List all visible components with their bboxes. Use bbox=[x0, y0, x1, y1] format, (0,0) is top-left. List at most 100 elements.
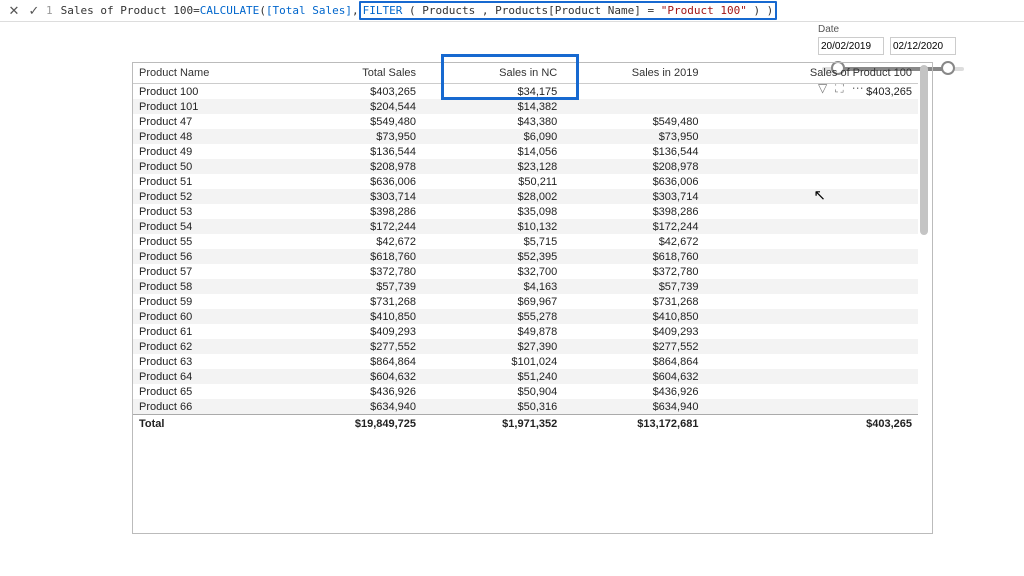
table-row[interactable]: Product 53$398,286$35,098$398,286 bbox=[133, 204, 918, 219]
table-row[interactable]: Product 100$403,265$34,175$403,265 bbox=[133, 84, 918, 100]
cell-value: $136,544 bbox=[563, 144, 704, 159]
cell-value: $409,293 bbox=[271, 324, 422, 339]
cell-product-name: Product 58 bbox=[133, 279, 271, 294]
cell-value: $23,128 bbox=[422, 159, 563, 174]
table-row[interactable]: Product 52$303,714$28,002$303,714 bbox=[133, 189, 918, 204]
cell-value: $410,850 bbox=[271, 309, 422, 324]
cell-value bbox=[704, 384, 918, 399]
cell-value bbox=[704, 174, 918, 189]
cell-value bbox=[704, 144, 918, 159]
col-header-product-name[interactable]: Product Name bbox=[133, 63, 271, 84]
table-row[interactable]: Product 61$409,293$49,878$409,293 bbox=[133, 324, 918, 339]
table-row[interactable]: Product 54$172,244$10,132$172,244 bbox=[133, 219, 918, 234]
cell-value bbox=[704, 189, 918, 204]
cell-value: $403,265 bbox=[271, 84, 422, 100]
cell-value: $436,926 bbox=[271, 384, 422, 399]
table-row[interactable]: Product 51$636,006$50,211$636,006 bbox=[133, 174, 918, 189]
cell-value: $398,286 bbox=[563, 204, 704, 219]
cell-product-name: Product 53 bbox=[133, 204, 271, 219]
cell-value: $277,552 bbox=[563, 339, 704, 354]
cell-value: $634,940 bbox=[563, 399, 704, 415]
cell-product-name: Product 63 bbox=[133, 354, 271, 369]
cell-value bbox=[563, 84, 704, 100]
cell-product-name: Product 66 bbox=[133, 399, 271, 415]
cell-value bbox=[704, 264, 918, 279]
cell-value bbox=[704, 159, 918, 174]
cell-value: $5,715 bbox=[422, 234, 563, 249]
table-row[interactable]: Product 64$604,632$51,240$604,632 bbox=[133, 369, 918, 384]
cell-value bbox=[704, 234, 918, 249]
cell-product-name: Product 101 bbox=[133, 99, 271, 114]
col-header-sales-product-100[interactable]: Sales of Product 100 bbox=[704, 63, 918, 84]
cell-value: $28,002 bbox=[422, 189, 563, 204]
cell-value: $101,024 bbox=[422, 354, 563, 369]
cell-value: $604,632 bbox=[563, 369, 704, 384]
date-from-input[interactable] bbox=[818, 37, 884, 55]
cell-product-name: Product 54 bbox=[133, 219, 271, 234]
table-row[interactable]: Product 63$864,864$101,024$864,864 bbox=[133, 354, 918, 369]
cell-value: $50,904 bbox=[422, 384, 563, 399]
cell-value: $69,967 bbox=[422, 294, 563, 309]
table-row[interactable]: Product 58$57,739$4,163$57,739 bbox=[133, 279, 918, 294]
totals-p100: $403,265 bbox=[704, 415, 918, 434]
table-row[interactable]: Product 60$410,850$55,278$410,850 bbox=[133, 309, 918, 324]
table-row[interactable]: Product 56$618,760$52,395$618,760 bbox=[133, 249, 918, 264]
table-row[interactable]: Product 50$208,978$23,128$208,978 bbox=[133, 159, 918, 174]
formula-bar[interactable]: ✕ ✓ 1 Sales of Product 100 = CALCULATE (… bbox=[0, 0, 1024, 22]
cell-value: $14,056 bbox=[422, 144, 563, 159]
cell-product-name: Product 60 bbox=[133, 309, 271, 324]
vertical-scrollbar[interactable] bbox=[920, 65, 930, 531]
totals-nc: $1,971,352 bbox=[422, 415, 563, 434]
cell-product-name: Product 50 bbox=[133, 159, 271, 174]
accept-formula-icon[interactable]: ✓ bbox=[26, 3, 42, 19]
cell-product-name: Product 48 bbox=[133, 129, 271, 144]
cell-value: $864,864 bbox=[271, 354, 422, 369]
cell-value: $32,700 bbox=[422, 264, 563, 279]
cell-value: $636,006 bbox=[271, 174, 422, 189]
cell-value: $14,382 bbox=[422, 99, 563, 114]
col-header-total-sales[interactable]: Total Sales bbox=[271, 63, 422, 84]
cell-value: $42,672 bbox=[271, 234, 422, 249]
date-to-input[interactable] bbox=[890, 37, 956, 55]
data-table: Product Name Total Sales Sales in NC Sal… bbox=[133, 63, 918, 433]
cell-product-name: Product 59 bbox=[133, 294, 271, 309]
cell-value bbox=[704, 354, 918, 369]
cell-value: $172,244 bbox=[563, 219, 704, 234]
cell-value: $43,380 bbox=[422, 114, 563, 129]
table-row[interactable]: Product 48$73,950$6,090$73,950 bbox=[133, 129, 918, 144]
table-row[interactable]: Product 62$277,552$27,390$277,552 bbox=[133, 339, 918, 354]
table-row[interactable]: Product 47$549,480$43,380$549,480 bbox=[133, 114, 918, 129]
table-row[interactable]: Product 101$204,544$14,382 bbox=[133, 99, 918, 114]
table-row[interactable]: Product 59$731,268$69,967$731,268 bbox=[133, 294, 918, 309]
cell-value: $6,090 bbox=[422, 129, 563, 144]
cell-value: $436,926 bbox=[563, 384, 704, 399]
cell-value: $57,739 bbox=[271, 279, 422, 294]
cell-value: $410,850 bbox=[563, 309, 704, 324]
cell-value: $277,552 bbox=[271, 339, 422, 354]
cell-value: $303,714 bbox=[271, 189, 422, 204]
totals-label: Total bbox=[133, 415, 271, 434]
table-row[interactable]: Product 66$634,940$50,316$634,940 bbox=[133, 399, 918, 415]
totals-y: $13,172,681 bbox=[563, 415, 704, 434]
cell-value bbox=[704, 309, 918, 324]
table-visual[interactable]: Product Name Total Sales Sales in NC Sal… bbox=[132, 62, 933, 534]
cell-value: $35,098 bbox=[422, 204, 563, 219]
cell-value: $303,714 bbox=[563, 189, 704, 204]
date-slider-handle-end[interactable] bbox=[941, 61, 955, 75]
totals-total: $19,849,725 bbox=[271, 415, 422, 434]
cell-value: $864,864 bbox=[563, 354, 704, 369]
col-header-sales-2019[interactable]: Sales in 2019 bbox=[563, 63, 704, 84]
cancel-formula-icon[interactable]: ✕ bbox=[6, 3, 22, 19]
table-row[interactable]: Product 65$436,926$50,904$436,926 bbox=[133, 384, 918, 399]
table-row[interactable]: Product 49$136,544$14,056$136,544 bbox=[133, 144, 918, 159]
cell-product-name: Product 47 bbox=[133, 114, 271, 129]
totals-row: Total $19,849,725 $1,971,352 $13,172,681… bbox=[133, 415, 918, 434]
cell-value: $50,316 bbox=[422, 399, 563, 415]
table-row[interactable]: Product 55$42,672$5,715$42,672 bbox=[133, 234, 918, 249]
cell-product-name: Product 51 bbox=[133, 174, 271, 189]
col-header-sales-nc[interactable]: Sales in NC bbox=[422, 63, 563, 84]
scroll-thumb[interactable] bbox=[920, 65, 928, 235]
cell-value: $55,278 bbox=[422, 309, 563, 324]
formula-text[interactable]: 1 Sales of Product 100 = CALCULATE ( [To… bbox=[46, 1, 777, 20]
table-row[interactable]: Product 57$372,780$32,700$372,780 bbox=[133, 264, 918, 279]
